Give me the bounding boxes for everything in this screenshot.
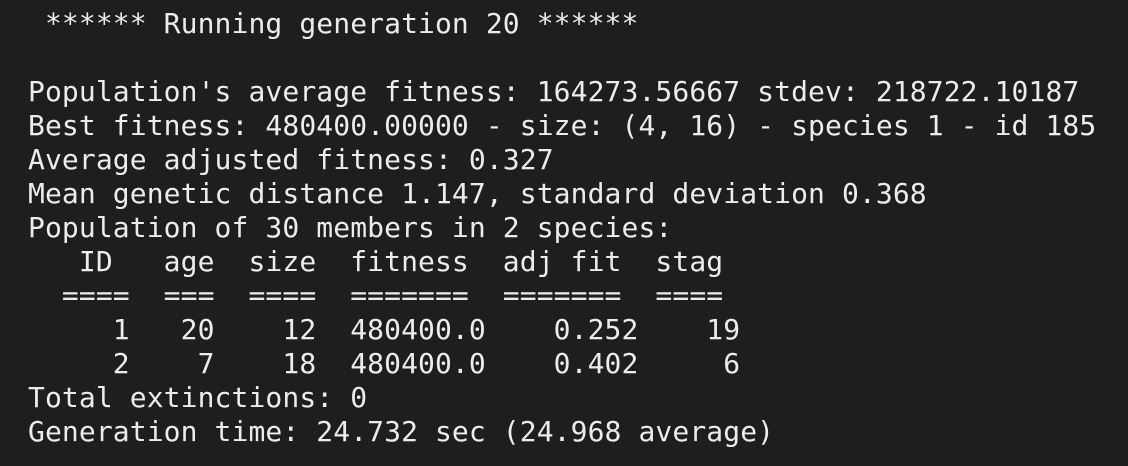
generation-time-line: Generation time: 24.732 sec (24.968 aver… — [28, 415, 775, 448]
best-fitness-line: Best fitness: 480400.00000 - size: (4, 1… — [28, 109, 1097, 142]
species-table-header: ID age size fitness adj fit stag — [28, 245, 724, 278]
average-fitness-line: Population's average fitness: 164273.566… — [28, 75, 1080, 108]
table-row: 1 20 12 480400.0 0.252 19 — [28, 313, 741, 346]
adjusted-fitness-line: Average adjusted fitness: 0.327 — [28, 143, 554, 176]
genetic-distance-line: Mean genetic distance 1.147, standard de… — [28, 177, 927, 210]
table-row: 2 7 18 480400.0 0.402 6 — [28, 347, 741, 380]
generation-header: ****** Running generation 20 ****** — [28, 7, 656, 40]
total-extinctions-line: Total extinctions: 0 — [28, 381, 368, 414]
population-summary-line: Population of 30 members in 2 species: — [28, 211, 673, 244]
terminal-window: ****** Running generation 20 ****** Popu… — [0, 0, 1128, 466]
species-table-rule: ==== === ==== ======= ======= ==== — [28, 279, 724, 312]
